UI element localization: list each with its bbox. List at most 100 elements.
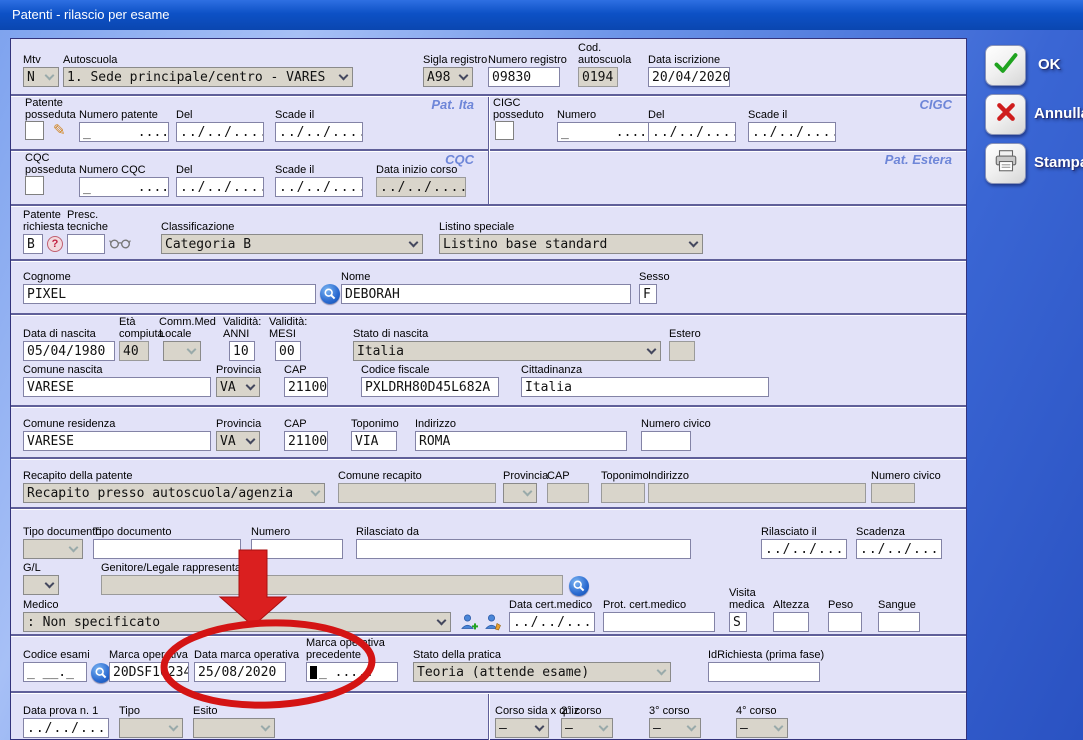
numero-registro-input[interactable]: 09830 xyxy=(488,67,560,87)
stato-pratica-select: Teoria (attende esame) xyxy=(413,662,671,682)
chevron-down-icon xyxy=(647,345,657,355)
annulla-button-label: Annulla xyxy=(1034,105,1083,122)
nome-input[interactable]: DEBORAH xyxy=(341,284,631,304)
codice-fiscale-input[interactable]: PXLDRH80D45L682A xyxy=(361,377,499,397)
gl-select[interactable] xyxy=(23,575,59,595)
toponimo-recapito-input xyxy=(601,483,645,503)
marca-operativa-input[interactable]: 20DSF10234 xyxy=(109,662,189,682)
cqc-scade-input[interactable]: ../../.... xyxy=(275,177,363,197)
window-titlebar[interactable]: Patenti - rilascio per esame xyxy=(0,0,1083,30)
patente-scade-input[interactable]: ../../.... xyxy=(275,122,363,142)
autoscuola-select[interactable]: 1. Sede principale/centro - VARES xyxy=(63,67,353,87)
mtv-select[interactable]: N xyxy=(23,67,59,87)
cittadinanza-input[interactable]: Italia xyxy=(521,377,769,397)
sangue-input[interactable] xyxy=(878,612,920,632)
cigc-tag: CIGC xyxy=(920,97,953,112)
cqc-numero-input[interactable]: _ ..... xyxy=(79,177,169,197)
search-icon[interactable] xyxy=(569,576,589,596)
stato-nascita-field: Stato di nascita Italia xyxy=(353,328,661,361)
medico-select[interactable]: : Non specificato xyxy=(23,612,451,632)
data-marca-operativa-input[interactable]: 25/08/2020 xyxy=(194,662,286,682)
corso2-field: 2° corso – xyxy=(561,705,613,738)
prot-cert-medico-input[interactable] xyxy=(603,612,715,632)
altezza-field: Altezza xyxy=(773,599,809,632)
recapito-select[interactable]: Recapito presso autoscuola/agenzia xyxy=(23,483,325,503)
glasses-icon[interactable] xyxy=(109,238,131,249)
validita-mesi-input[interactable]: 00 xyxy=(275,341,301,361)
stampa-button[interactable] xyxy=(985,143,1026,184)
altezza-input[interactable] xyxy=(773,612,809,632)
documento-scadenza-input[interactable]: ../../.... xyxy=(856,539,942,559)
chevron-down-icon xyxy=(169,722,179,732)
ok-button[interactable] xyxy=(985,45,1026,86)
presc-tecniche-input[interactable] xyxy=(67,234,105,254)
numero-patente-input[interactable]: _ ..... xyxy=(79,122,169,142)
tipo-documento-select[interactable] xyxy=(23,539,83,559)
help-question-icon[interactable]: ? xyxy=(47,236,63,252)
cqc-del-input[interactable]: ../../.... xyxy=(176,177,264,197)
data-iscrizione-input[interactable]: 20/04/2020 xyxy=(648,67,730,87)
visita-medica-input[interactable]: S xyxy=(729,612,747,632)
window-title: Patenti - rilascio per esame xyxy=(12,7,170,22)
codice-esami-input[interactable]: _ __._ xyxy=(23,662,87,682)
cigc-scade-input[interactable]: ../../.... xyxy=(748,122,836,142)
divider-vertical xyxy=(488,694,490,740)
edit-pencil-icon[interactable]: ✎ xyxy=(53,121,66,139)
cap-nascita-input[interactable]: 21100 xyxy=(284,377,328,397)
comune-nascita-input[interactable]: VARESE xyxy=(23,377,211,397)
comune-residenza-input[interactable]: VARESE xyxy=(23,431,211,451)
patente-posseduta-checkbox[interactable] xyxy=(25,121,44,140)
data-cert-medico-input[interactable]: ../../.... xyxy=(509,612,595,632)
annulla-button[interactable] xyxy=(985,94,1026,135)
indirizzo-input[interactable]: ROMA xyxy=(415,431,627,451)
cigc-del-field: Del ../../.... xyxy=(648,109,736,142)
data-prova-input[interactable]: ../../.... xyxy=(23,718,109,738)
corso-sida-select[interactable]: – xyxy=(495,718,549,738)
numero-civico-input[interactable] xyxy=(641,431,691,451)
cap-recapito-input xyxy=(547,483,589,503)
rilasciato-il-input[interactable]: ../../.... xyxy=(761,539,847,559)
search-icon[interactable] xyxy=(91,663,111,683)
sigla-registro-select[interactable]: A98 xyxy=(423,67,473,87)
tipo-documento-input[interactable] xyxy=(93,539,241,559)
patente-richiesta-input[interactable]: B xyxy=(23,234,43,254)
codice-fiscale-field: Codice fiscale PXLDRH80D45L682A xyxy=(361,364,499,397)
search-icon[interactable] xyxy=(320,284,340,304)
comm-med-select[interactable] xyxy=(163,341,201,361)
peso-input[interactable] xyxy=(828,612,862,632)
person-edit-icon[interactable] xyxy=(483,612,503,632)
listino-speciale-select[interactable]: Listino base standard xyxy=(439,234,703,254)
toponimo-input[interactable]: VIA xyxy=(351,431,397,451)
documento-numero-input[interactable] xyxy=(251,539,343,559)
chevron-down-icon xyxy=(657,666,667,676)
mtv-field: Mtv N xyxy=(23,54,59,87)
data-iscrizione-field: Data iscrizione 20/04/2020 xyxy=(648,54,730,87)
cap-nascita-field: CAP 21100 xyxy=(284,364,328,397)
cigc-del-input[interactable]: ../../.... xyxy=(648,122,736,142)
cap-residenza-input[interactable]: 21100 xyxy=(284,431,328,451)
divider xyxy=(11,507,966,510)
indirizzo-field: Indirizzo ROMA xyxy=(415,418,627,451)
data-nascita-input[interactable]: 05/04/1980 xyxy=(23,341,115,361)
genitore-input xyxy=(101,575,563,595)
idrichiesta-input[interactable] xyxy=(708,662,820,682)
rilasciato-da-input[interactable] xyxy=(356,539,691,559)
validita-anni-input[interactable]: 10 xyxy=(229,341,255,361)
cigc-numero-input[interactable]: _ ..... xyxy=(557,122,649,142)
stato-nascita-select[interactable]: Italia xyxy=(353,341,661,361)
marca-precedente-input[interactable]: _ ..... xyxy=(306,662,398,682)
indirizzo-recapito-field: Indirizzo xyxy=(648,470,866,503)
cap-residenza-field: CAP 21100 xyxy=(284,418,328,451)
patente-del-input[interactable]: ../../.... xyxy=(176,122,264,142)
person-add-icon[interactable] xyxy=(459,612,479,632)
classificazione-select[interactable]: Categoria B xyxy=(161,234,423,254)
cigc-posseduto-checkbox[interactable] xyxy=(495,121,514,140)
cognome-input[interactable]: PIXEL xyxy=(23,284,316,304)
documento-numero-field: Numero xyxy=(251,526,343,559)
sesso-input[interactable]: F xyxy=(639,284,657,304)
chevron-down-icon xyxy=(45,579,55,589)
provincia-residenza-select[interactable]: VA xyxy=(216,431,260,451)
data-prova-field: Data prova n. 1 ../../.... xyxy=(23,705,109,738)
cqc-posseduta-checkbox[interactable] xyxy=(25,176,44,195)
provincia-nascita-select[interactable]: VA xyxy=(216,377,260,397)
